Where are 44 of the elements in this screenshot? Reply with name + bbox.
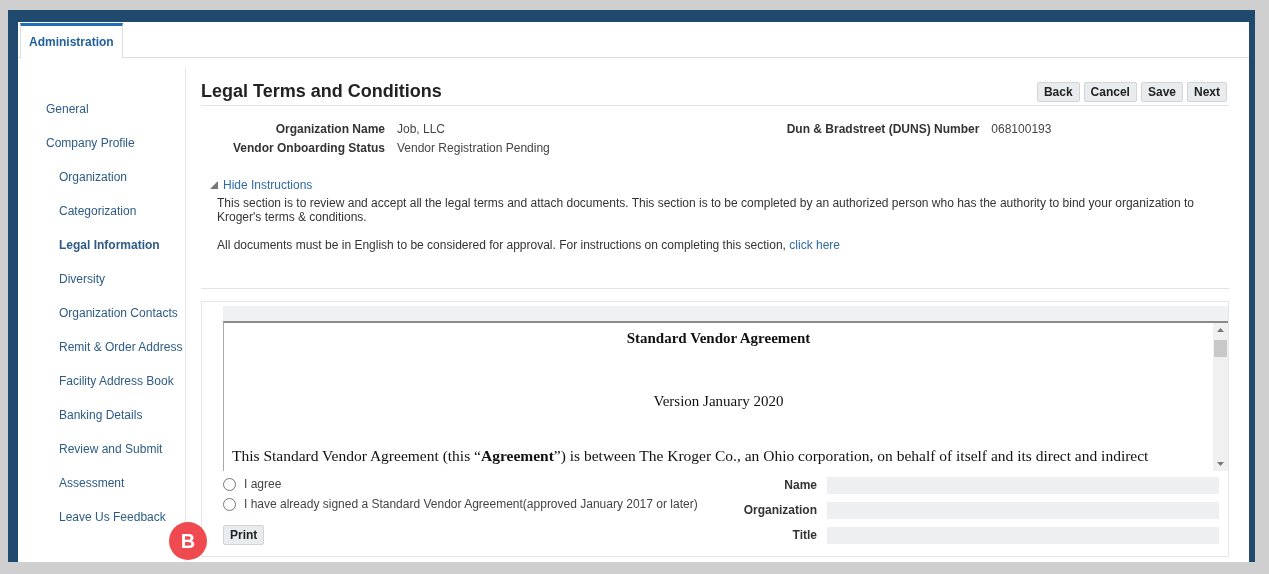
sidebar-item[interactable]: Organization xyxy=(59,170,128,184)
agreement-title: Standard Vendor Agreement xyxy=(625,330,812,347)
hide-instructions-link[interactable]: Hide Instructions xyxy=(209,178,1229,192)
nav-button[interactable]: Next xyxy=(1187,82,1227,102)
scrollbar[interactable] xyxy=(1213,323,1228,471)
sidebar-item[interactable]: Leave Us Feedback xyxy=(59,510,166,524)
field-label: Organization xyxy=(743,503,817,517)
field-label: Vendor Onboarding Status xyxy=(232,141,385,155)
instruction-text: This section is to review and accept all the legal terms and attach documents. This section is to be completed by an authorized person who has the authority to bind your organization to Kroger's terms & conditions. xyxy=(217,196,1195,224)
field-label: Name xyxy=(783,478,817,492)
sidebar-item[interactable]: Facility Address Book xyxy=(59,374,174,388)
nav-button[interactable]: Cancel xyxy=(1083,82,1137,102)
administration-tab[interactable]: Administration xyxy=(20,23,123,58)
sidebar-item[interactable]: Review and Submit xyxy=(59,442,163,456)
page-title: Legal Terms and Conditions xyxy=(201,81,442,102)
field-label: Dun & Bradstreet (DUNS) Number xyxy=(785,122,980,136)
sidebar-item[interactable]: Remit & Order Address xyxy=(59,340,183,354)
sidebar-item[interactable]: General xyxy=(46,102,89,116)
sidebar-item[interactable]: Organization Contacts xyxy=(59,306,178,320)
nav-button[interactable]: Back xyxy=(1036,82,1080,102)
sidebar-item[interactable]: Assessment xyxy=(59,476,125,490)
print-button[interactable]: Print xyxy=(223,525,265,545)
sidebar-item[interactable]: Diversity xyxy=(59,272,105,286)
sidebar-item[interactable]: Company Profile xyxy=(46,136,135,150)
field-value: Job, LLC xyxy=(397,122,447,136)
step-badge: B xyxy=(169,522,207,560)
instruction-text: All documents must be in English to be considered for approval. For instructions on completing this section, click here xyxy=(217,238,841,252)
field-label: Title xyxy=(791,528,817,542)
radio-button[interactable] xyxy=(223,477,236,491)
triangle-icon xyxy=(209,180,219,190)
agreement-text: This Standard Vendor Agreement (this “Agreement”) is between The Kroger Co., an Ohio corporation, on behalf of itself and its direct and indirect xyxy=(232,447,1150,465)
field-value: 068100193 xyxy=(991,122,1053,136)
option-label: I agree xyxy=(244,477,282,491)
sidebar-item[interactable]: Categorization xyxy=(59,204,137,218)
click-here-link[interactable]: click here xyxy=(789,238,840,252)
field-label: Organization Name xyxy=(274,122,385,136)
radio-button[interactable] xyxy=(223,497,236,511)
nav-button[interactable]: Save xyxy=(1140,82,1183,102)
agreement-version: Version January 2020 xyxy=(652,393,785,410)
field-value: Vendor Registration Pending xyxy=(397,141,551,155)
sidebar-item[interactable]: Banking Details xyxy=(59,408,143,422)
sidebar-item[interactable]: Legal Information xyxy=(59,238,160,252)
option-label: I have already signed a Standard Vendor Agreement(approved January 2017 or later) xyxy=(244,497,698,511)
scroll-thumb[interactable] xyxy=(1214,340,1227,357)
